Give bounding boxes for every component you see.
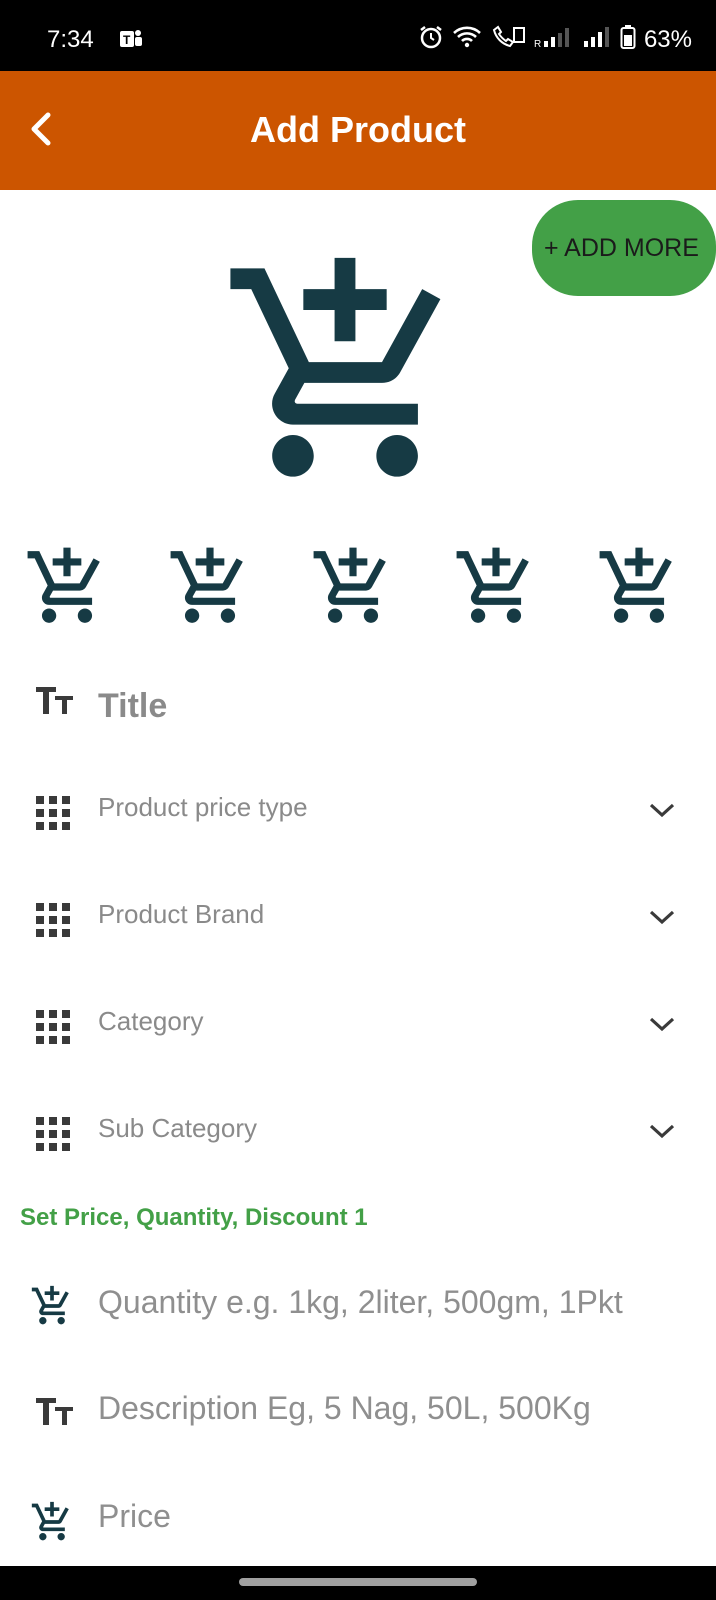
grid-icon: [36, 796, 70, 835]
add-cart-icon: [599, 547, 672, 623]
status-time: 7:34: [47, 26, 94, 53]
signal-icon: [582, 25, 612, 54]
add-more-button[interactable]: + ADD MORE: [532, 200, 716, 296]
svg-text:R: R: [534, 39, 541, 49]
product-image[interactable]: [220, 240, 470, 510]
add-cart-icon: [27, 547, 100, 623]
app-bar: Add Product: [0, 71, 716, 190]
description-placeholder: Description Eg, 5 Nag, 50L, 500Kg: [98, 1390, 591, 1426]
text-fields-icon: [36, 685, 74, 720]
quantity-field[interactable]: Quantity e.g. 1kg, 2liter, 500gm, 1Pkt: [0, 1268, 716, 1348]
dropdown-price-type[interactable]: Product price type: [0, 770, 716, 850]
add-cart-icon: [230, 257, 441, 477]
alarm-icon: [418, 24, 444, 55]
dropdown-sub-category[interactable]: Sub Category: [0, 1091, 716, 1171]
dropdown-brand[interactable]: Product Brand: [0, 877, 716, 957]
text-fields-icon: [36, 1396, 74, 1431]
grid-icon: [36, 1117, 70, 1156]
signal-icon: R: [534, 25, 574, 54]
navigation-bar: [0, 1566, 716, 1600]
title-field[interactable]: Title: [0, 663, 716, 743]
thumbnail-slot[interactable]: [310, 542, 396, 637]
battery-icon: [620, 24, 636, 55]
chevron-down-icon: [648, 907, 676, 932]
dropdown-label: Category: [98, 1006, 204, 1036]
dropdown-label: Product price type: [98, 792, 308, 822]
quantity-placeholder: Quantity e.g. 1kg, 2liter, 500gm, 1Pkt: [98, 1284, 623, 1320]
teams-icon: T: [118, 26, 144, 57]
wifi-icon: [452, 25, 482, 54]
title-placeholder: Title: [98, 687, 168, 725]
home-handle[interactable]: [239, 1578, 477, 1586]
call-icon: [490, 24, 526, 55]
thumbnail-slot[interactable]: [24, 542, 110, 637]
description-field[interactable]: Description Eg, 5 Nag, 50L, 500Kg: [0, 1376, 716, 1456]
add-cart-icon: [30, 1500, 74, 1549]
grid-icon: [36, 903, 70, 942]
battery-level: 63%: [643, 25, 692, 53]
chevron-down-icon: [648, 800, 676, 825]
dropdown-label: Product Brand: [98, 899, 265, 929]
status-bar: 7:34 T R 63%: [0, 0, 716, 71]
grid-icon: [36, 1010, 70, 1049]
add-cart-icon: [30, 1284, 74, 1333]
thumbnail-slot[interactable]: [167, 542, 253, 637]
page-title: Add Product: [250, 109, 466, 150]
add-cart-icon: [170, 547, 243, 623]
chevron-down-icon: [648, 1014, 676, 1039]
add-cart-icon: [456, 547, 529, 623]
dropdown-label: Sub Category: [98, 1113, 257, 1143]
add-cart-icon: [313, 547, 386, 623]
price-field[interactable]: Price: [0, 1484, 716, 1564]
thumbnail-slot[interactable]: [453, 542, 539, 637]
thumbnail-slot[interactable]: [596, 542, 682, 637]
dropdown-category[interactable]: Category: [0, 984, 716, 1064]
chevron-down-icon: [648, 1121, 676, 1146]
svg-text:T: T: [123, 33, 131, 47]
section-title: Set Price, Quantity, Discount 1: [20, 1204, 368, 1231]
price-placeholder: Price: [98, 1498, 171, 1534]
